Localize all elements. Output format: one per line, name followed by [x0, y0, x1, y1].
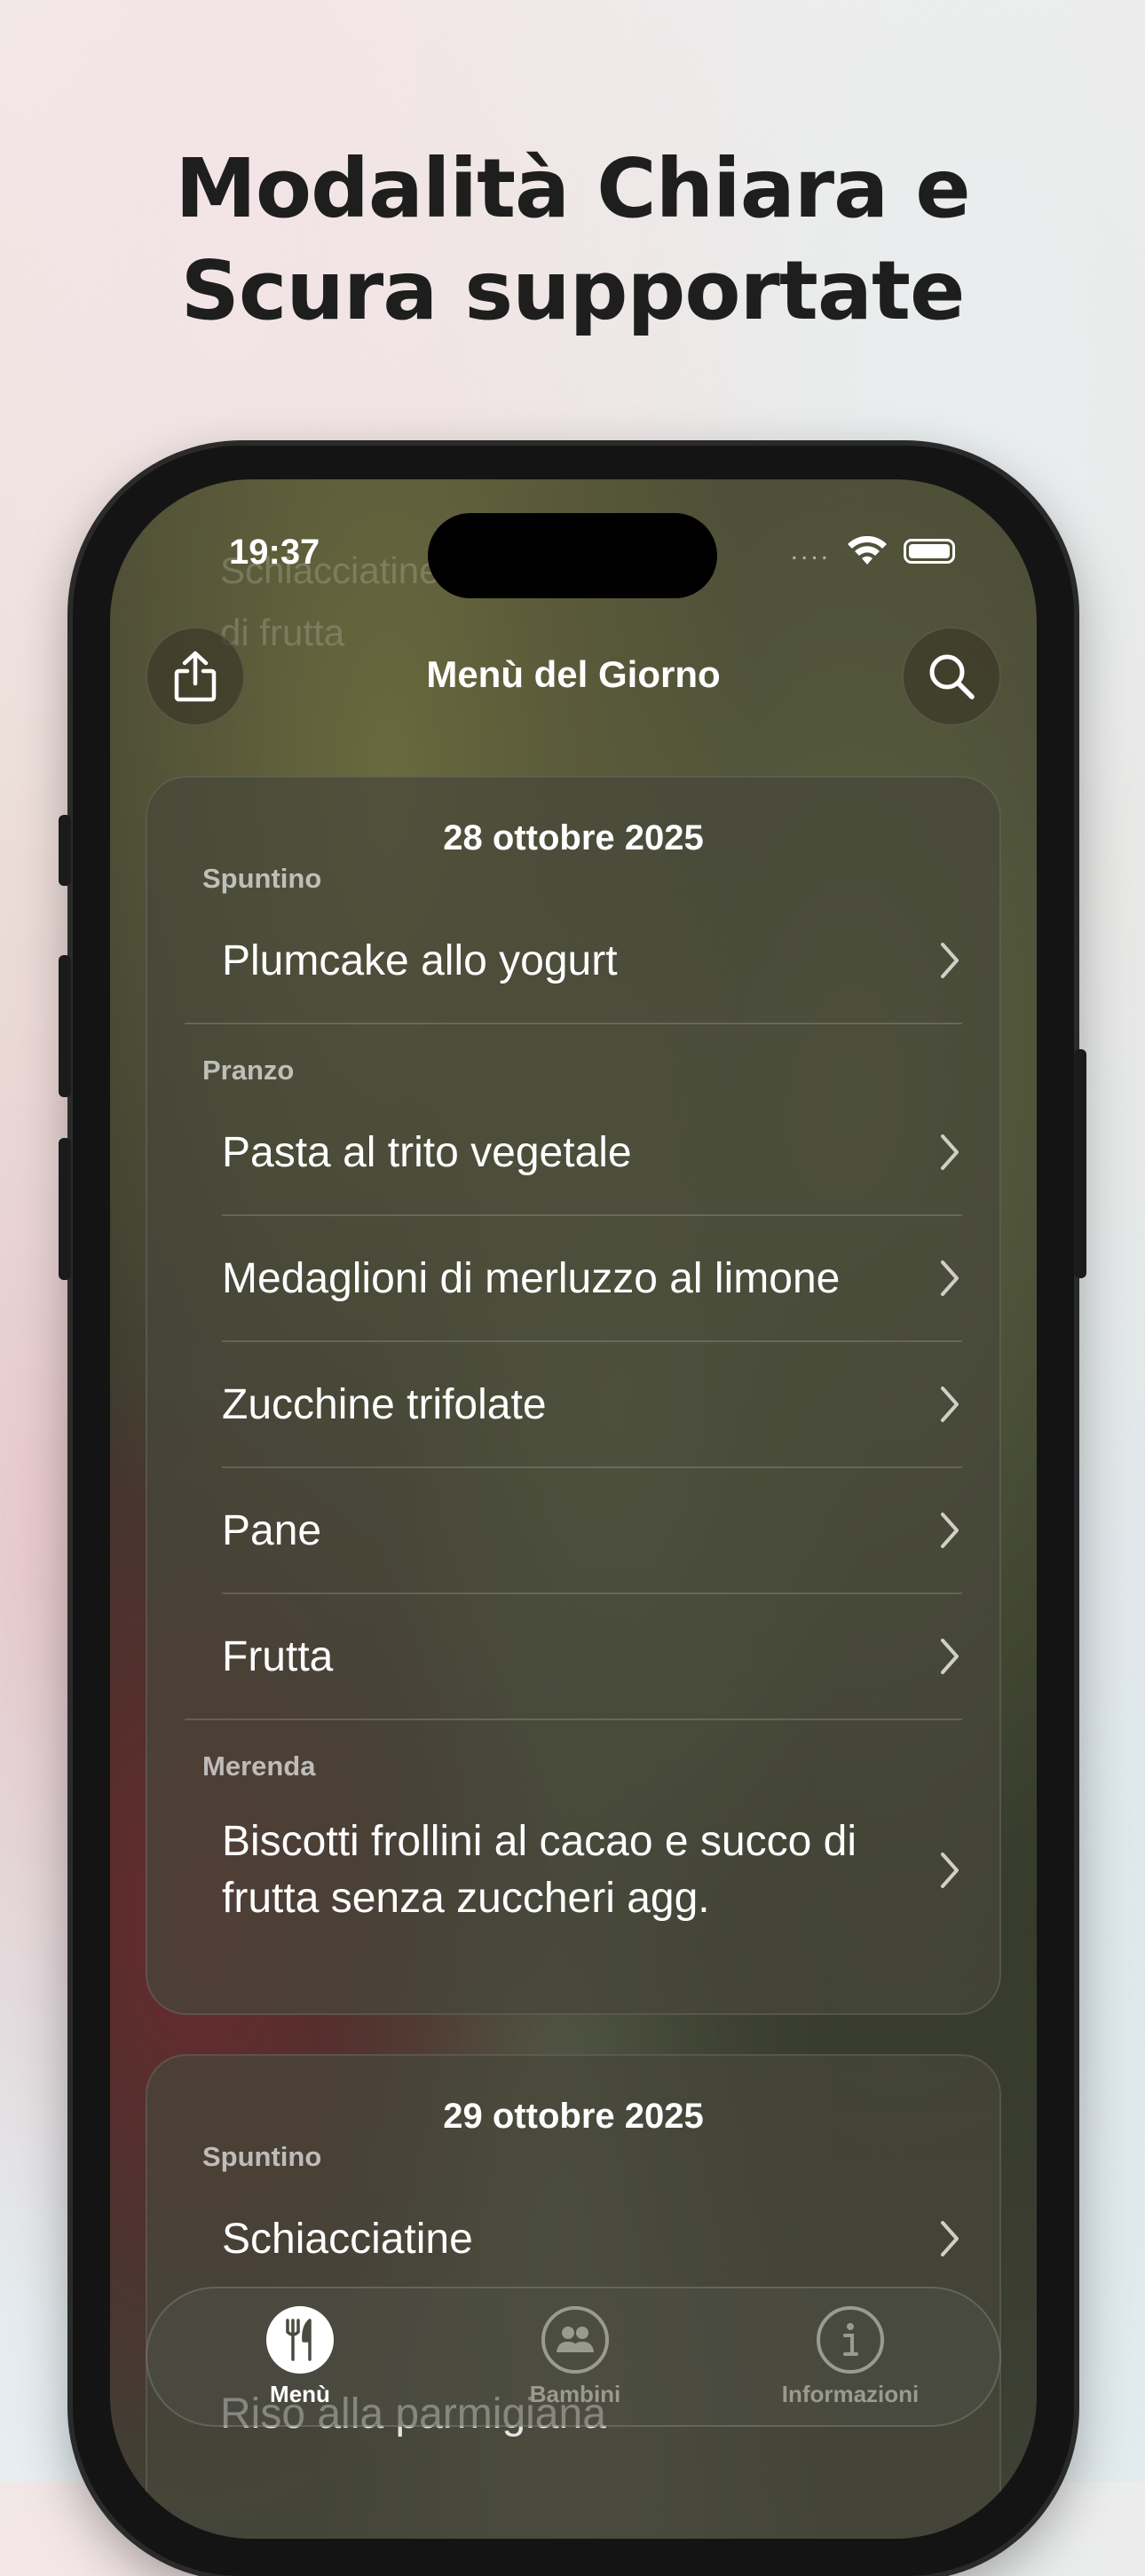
app-screen: Schiacciatine di frutta 19:37 .... Menù … — [110, 479, 1037, 2539]
menu-item-row[interactable]: Biscotti frollini al cacao e succo di fr… — [147, 1786, 999, 1955]
menu-item-label: Medaglioni di merluzzo al limone — [222, 1254, 841, 1302]
tab-bar: Menù Bambini Informazioni — [146, 2287, 1001, 2427]
navigation-bar: Menù del Giorno — [110, 621, 1037, 728]
menu-item-row[interactable]: Frutta — [147, 1594, 999, 1719]
meal-section-label: Spuntino — [202, 863, 322, 894]
volume-up-button — [59, 955, 71, 1097]
chevron-right-icon — [941, 1134, 959, 1170]
status-bar: 19:37 .... — [110, 533, 1037, 577]
day-card: 28 ottobre 2025 Spuntino Plumcake allo y… — [146, 776, 1001, 2015]
menu-item-row[interactable]: Zucchine trifolate — [147, 1342, 999, 1466]
day-date: 29 ottobre 2025 — [443, 2097, 704, 2136]
search-button[interactable] — [902, 627, 1001, 726]
menu-item-label: Schiacciatine — [222, 2215, 473, 2263]
tab-label: Informazioni — [781, 2381, 920, 2407]
chevron-right-icon — [941, 1513, 959, 1548]
menu-item-label: Pasta al trito vegetale — [222, 1128, 632, 1176]
headline-line-2: Scura supportate — [180, 243, 966, 338]
volume-down-button — [59, 1138, 71, 1280]
section-divider — [185, 1719, 962, 1720]
menu-item-label: Frutta — [222, 1632, 334, 1680]
chevron-right-icon — [941, 1639, 959, 1674]
tab-bambini[interactable]: Bambini — [442, 2306, 708, 2408]
battery-icon — [904, 539, 955, 564]
tab-label: Bambini — [529, 2381, 621, 2407]
info-icon — [817, 2306, 884, 2374]
search-icon — [929, 654, 975, 699]
section-divider — [185, 1023, 962, 1024]
meal-section-label: Spuntino — [202, 2141, 322, 2172]
menu-item-label: Pane — [222, 1506, 322, 1554]
power-button — [1074, 1049, 1086, 1278]
action-button — [59, 815, 71, 886]
meal-section-label: Pranzo — [202, 1055, 295, 1086]
page-title: Menù del Giorno — [426, 653, 721, 695]
meal-section-label: Merenda — [202, 1750, 316, 1782]
people-icon — [541, 2306, 609, 2374]
tab-menu[interactable]: Menù — [167, 2306, 433, 2408]
menu-item-row[interactable]: Medaglioni di merluzzo al limone — [147, 1216, 999, 1340]
chevron-right-icon — [941, 2221, 959, 2256]
chevron-right-icon — [941, 943, 959, 978]
menu-item-label: Zucchine trifolate — [222, 1380, 547, 1428]
menu-item-row[interactable]: Plumcake allo yogurt — [147, 898, 999, 1023]
chevron-right-icon — [941, 1260, 959, 1296]
fork-knife-icon — [266, 2306, 334, 2374]
headline: Modalità Chiara e Scura supportate — [0, 138, 1145, 342]
day-date: 28 ottobre 2025 — [443, 818, 704, 857]
menu-item-row[interactable]: Pasta al trito vegetale — [147, 1090, 999, 1214]
chevron-right-icon — [941, 1387, 959, 1422]
tab-informazioni[interactable]: Informazioni — [717, 2306, 983, 2408]
tab-label: Menù — [270, 2381, 330, 2407]
wifi-icon — [848, 536, 887, 565]
status-time: 19:37 — [229, 533, 320, 572]
headline-line-1: Modalità Chiara e — [175, 141, 970, 236]
menu-item-label: Biscotti frollini al cacao e succo di fr… — [222, 1818, 857, 1922]
chevron-right-icon — [941, 1853, 959, 1888]
menu-item-row[interactable]: Pane — [147, 1468, 999, 1592]
cellular-icon: .... — [790, 536, 831, 565]
menu-item-label: Plumcake allo yogurt — [222, 936, 618, 984]
menu-item-row[interactable]: Schiacciatine — [147, 2177, 999, 2301]
